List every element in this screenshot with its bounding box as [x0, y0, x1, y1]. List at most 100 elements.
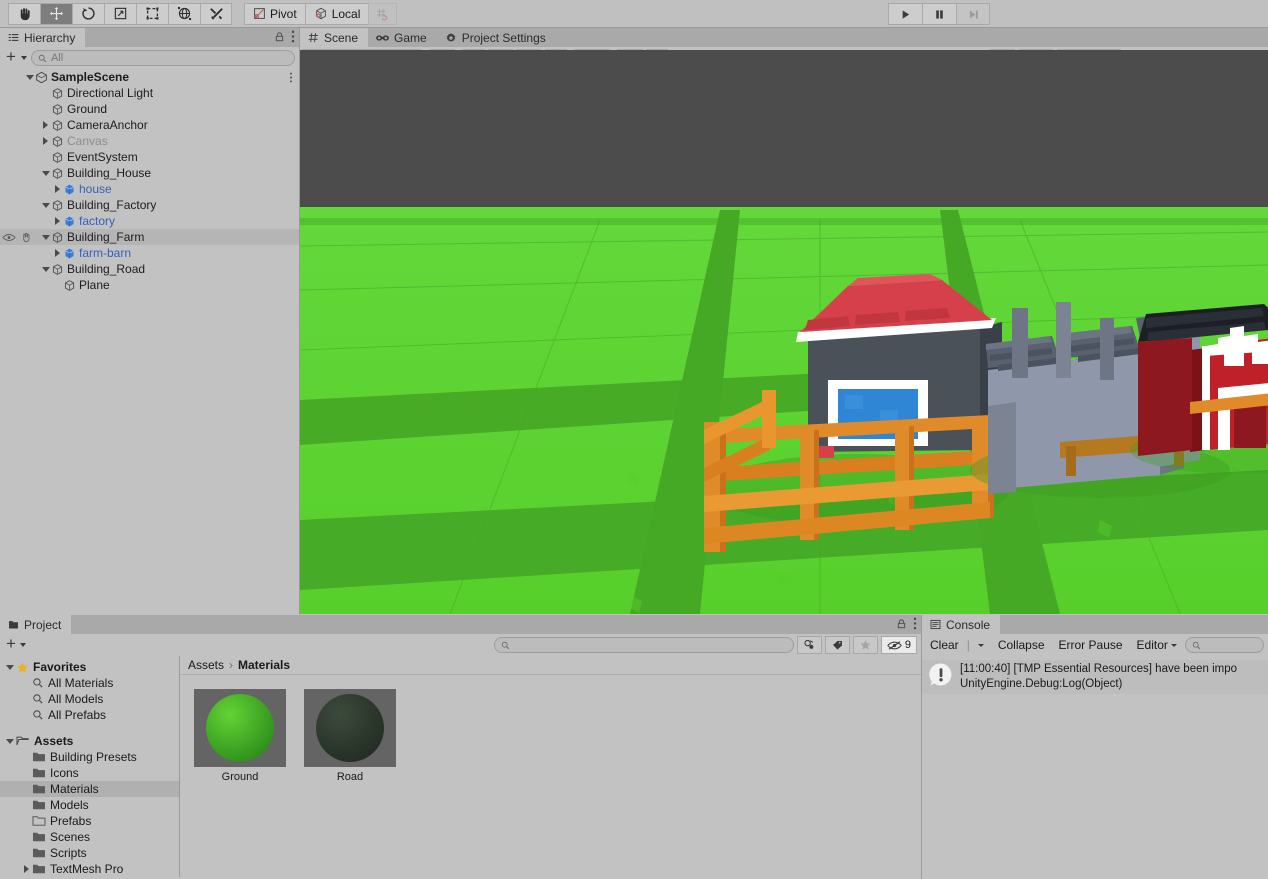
project-tree-item-textmesh-pro[interactable]: TextMesh Pro [0, 861, 179, 877]
project-asset-browser[interactable]: Assets › Materials Ground Road [180, 656, 921, 877]
twisty-open-icon[interactable] [4, 664, 16, 670]
twisty-closed-icon[interactable] [52, 249, 63, 257]
clear-dropdown[interactable] [972, 636, 990, 654]
hierarchy-item-eventsystem[interactable]: EventSystem [0, 149, 299, 165]
project-folder-tree[interactable]: Favorites All Materials All Models All Pref… [0, 656, 180, 877]
material-preview-sphere [206, 694, 274, 762]
editor-dropdown[interactable]: Editor [1131, 636, 1183, 654]
hierarchy-item-samplescene[interactable]: SampleScene [0, 69, 299, 85]
project-visibility-toggle[interactable]: 9 [880, 636, 917, 654]
transform-tool[interactable] [168, 2, 200, 25]
error-pause-toggle[interactable]: Error Pause [1053, 636, 1129, 654]
hierarchy-item-cameraanchor[interactable]: CameraAnchor [0, 117, 299, 133]
folder-icon [32, 751, 46, 763]
hierarchy-tree[interactable]: SampleScene Directional Light Ground Camera… [0, 69, 299, 609]
create-object-caret-icon[interactable] [20, 56, 27, 60]
hand-tool[interactable] [8, 2, 40, 25]
project-lock-icon[interactable] [896, 618, 907, 630]
step-button[interactable] [956, 3, 990, 25]
tab-scene[interactable]: Scene [300, 28, 369, 47]
project-tree-item-all-models[interactable]: All Models [0, 691, 179, 707]
scene-context-menu-icon[interactable] [289, 72, 293, 83]
asset-thumbnail[interactable] [304, 689, 396, 767]
rotate-tool[interactable] [72, 2, 104, 25]
hierarchy-item-building-factory[interactable]: Building_Factory [0, 197, 299, 213]
scene-viewport[interactable] [300, 50, 1268, 614]
project-tree-item-models[interactable]: Models [0, 797, 179, 813]
project-tree-item-all-materials[interactable]: All Materials [0, 675, 179, 691]
visibility-toggles[interactable] [2, 231, 32, 243]
hierarchy-item-ground[interactable]: Ground [0, 101, 299, 117]
hierarchy-item-building-farm[interactable]: Building_Farm [0, 229, 299, 245]
create-object-button[interactable]: + [4, 48, 17, 67]
tab-hierarchy[interactable]: Hierarchy [0, 28, 86, 47]
project-tree-item-favorites[interactable]: Favorites [0, 659, 179, 675]
project-tree-item-scripts[interactable]: Scripts [0, 845, 179, 861]
hierarchy-item-farm-barn[interactable]: farm-barn [0, 245, 299, 261]
collapse-toggle[interactable]: Collapse [992, 636, 1051, 654]
twisty-open-icon[interactable] [4, 738, 16, 744]
twisty-open-icon[interactable] [24, 74, 35, 80]
project-tree-item-all-prefabs[interactable]: All Prefabs [0, 707, 179, 723]
pause-button[interactable] [922, 3, 956, 25]
grid-snapping-toggle[interactable] [368, 2, 398, 25]
console-message-line2: UnityEngine.Debug:Log(Object) [960, 678, 1123, 690]
twisty-closed-icon[interactable] [40, 137, 51, 145]
hierarchy-item-building-house[interactable]: Building_House [0, 165, 299, 181]
eye-icon[interactable] [2, 233, 16, 242]
project-tree-item-icons[interactable]: Icons [0, 765, 179, 781]
twisty-open-icon[interactable] [40, 234, 51, 240]
rect-tool[interactable] [136, 2, 168, 25]
project-tree-item-scenes[interactable]: Scenes [0, 829, 179, 845]
hierarchy-item-building-road[interactable]: Building_Road [0, 261, 299, 277]
project-tree-item-prefabs[interactable]: Prefabs [0, 813, 179, 829]
project-search-input[interactable] [493, 637, 794, 653]
filter-by-label-button[interactable] [824, 636, 850, 654]
custom-editor-tool[interactable] [200, 2, 232, 25]
project-tree-item-building-presets[interactable]: Building Presets [0, 749, 179, 765]
tab-project-settings[interactable]: Project Settings [436, 28, 556, 47]
tab-game[interactable]: Game [368, 28, 437, 47]
asset-grid[interactable]: Ground Road [180, 675, 921, 783]
breadcrumb-materials[interactable]: Materials [238, 658, 290, 672]
hierarchy-item-directional-light[interactable]: Directional Light [0, 85, 299, 101]
scale-tool[interactable] [104, 2, 136, 25]
hierarchy-item-plane[interactable]: Plane [0, 277, 299, 293]
clear-button[interactable]: Clear [924, 636, 965, 654]
console-message-list[interactable]: [11:00:40] [TMP Essential Resources] hav… [922, 656, 1268, 877]
filter-by-type-button[interactable] [796, 636, 822, 654]
local-toggle[interactable]: Local [304, 2, 369, 25]
twisty-open-icon[interactable] [40, 202, 51, 208]
asset-item[interactable]: Ground [194, 689, 286, 783]
tab-project[interactable]: Project [0, 615, 72, 634]
hierarchy-item-house[interactable]: house [0, 181, 299, 197]
project-tree-item-assets[interactable]: Assets [0, 733, 179, 749]
lock-icon[interactable] [274, 31, 285, 43]
asset-item[interactable]: Road [304, 689, 396, 783]
project-menu-icon[interactable] [913, 617, 917, 630]
console-message-line1: [11:00:40] [TMP Essential Resources] hav… [960, 663, 1238, 675]
project-tree-item-materials[interactable]: Materials [0, 781, 179, 797]
tab-console[interactable]: Console [922, 615, 1001, 634]
twisty-open-icon[interactable] [40, 170, 51, 176]
hierarchy-search-input[interactable]: All [30, 50, 295, 66]
console-message-row[interactable]: [11:00:40] [TMP Essential Resources] hav… [922, 660, 1268, 694]
console-search-input[interactable] [1184, 637, 1264, 653]
twisty-closed-icon[interactable] [40, 121, 51, 129]
favorite-button[interactable] [852, 636, 878, 654]
create-asset-caret-icon[interactable] [19, 643, 26, 647]
hierarchy-item-canvas[interactable]: Canvas [0, 133, 299, 149]
hierarchy-item-factory[interactable]: factory [0, 213, 299, 229]
twisty-closed-icon[interactable] [52, 217, 63, 225]
hierarchy-menu-icon[interactable] [291, 30, 295, 43]
asset-thumbnail[interactable] [194, 689, 286, 767]
move-tool[interactable] [40, 2, 72, 25]
create-asset-button[interactable]: + [4, 635, 17, 654]
twisty-closed-icon[interactable] [52, 185, 63, 193]
pick-hand-icon[interactable] [20, 231, 32, 243]
play-button[interactable] [888, 3, 922, 25]
twisty-open-icon[interactable] [40, 266, 51, 272]
pivot-toggle[interactable]: Pivot [244, 2, 305, 25]
breadcrumb-assets[interactable]: Assets [188, 658, 224, 672]
twisty-closed-icon[interactable] [20, 865, 32, 873]
